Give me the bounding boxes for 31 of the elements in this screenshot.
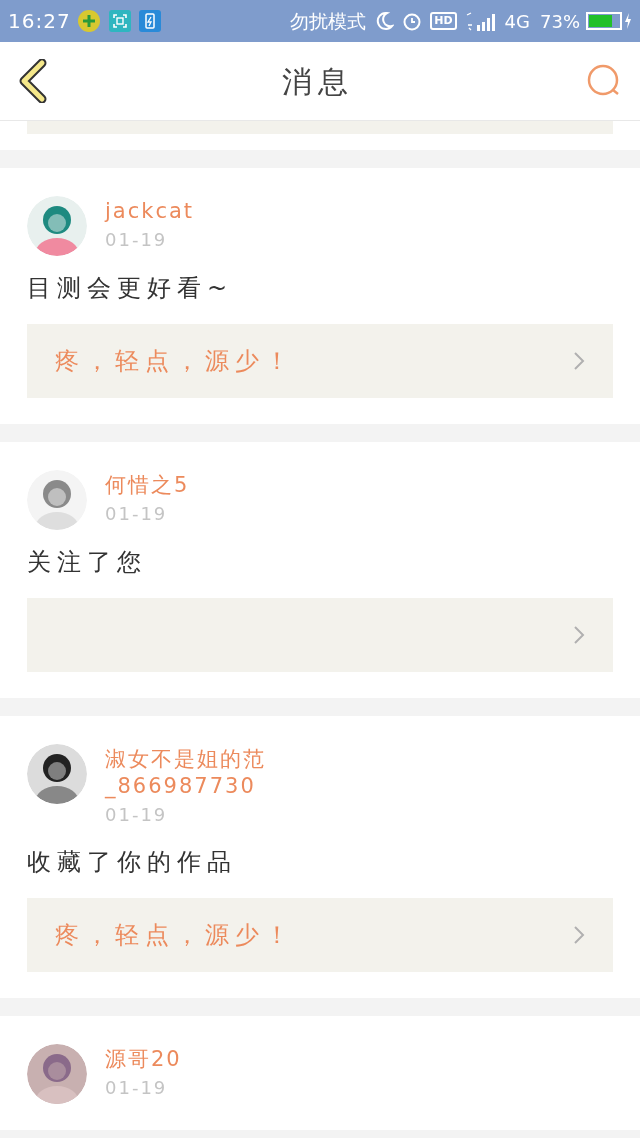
- message-date: 01-19: [105, 1076, 169, 1100]
- chevron-right-icon: [573, 625, 585, 645]
- page-title: 消息: [282, 62, 354, 101]
- network-label: 4G: [504, 9, 530, 34]
- battery-percent: 73%: [540, 9, 580, 34]
- message-date: 01-19: [105, 803, 169, 827]
- hd-badge: HD: [430, 12, 457, 30]
- username[interactable]: 淑女不是姐的范_866987730: [105, 746, 277, 800]
- chevron-right-icon: [573, 925, 585, 945]
- alarm-icon: [402, 11, 423, 31]
- message-text: 目测会更好看~: [27, 273, 235, 304]
- moon-icon: [374, 11, 395, 31]
- chevron-right-icon: [573, 351, 585, 371]
- username[interactable]: 何惜之5: [105, 472, 277, 499]
- work-preview-box[interactable]: 疼，轻点，源少！: [27, 898, 613, 972]
- battery-app-icon: [138, 10, 161, 32]
- work-preview-box[interactable]: 疼，轻点，源少！: [27, 324, 613, 398]
- charging-icon: [624, 13, 632, 29]
- do-not-disturb-label: 勿扰模式: [290, 8, 367, 34]
- work-title: 疼，轻点，源少！: [55, 346, 295, 377]
- message-text: 收藏了你的作品: [27, 847, 238, 878]
- battery-icon: [586, 12, 622, 30]
- plus-app-icon: [76, 9, 101, 33]
- message-text: 关注了您: [27, 547, 148, 578]
- message-date: 01-19: [105, 228, 169, 252]
- message-date: 01-19: [105, 502, 169, 526]
- clock: 16:27: [8, 8, 71, 35]
- scan-app-icon: [108, 10, 131, 32]
- work-title: 疼，轻点，源少！: [55, 920, 295, 951]
- username[interactable]: jackcat: [105, 198, 277, 225]
- username[interactable]: 源哥20: [105, 1046, 277, 1073]
